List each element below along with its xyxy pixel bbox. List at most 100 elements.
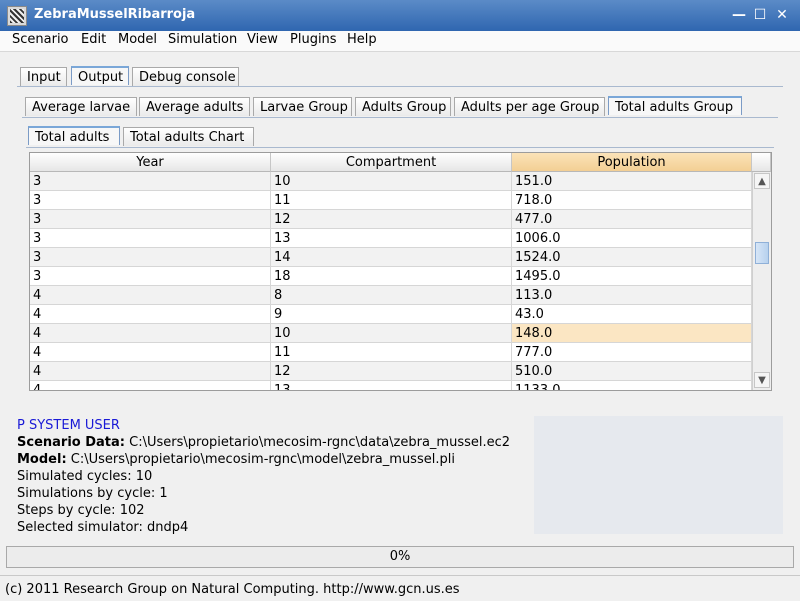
table-row[interactable]: 3 11 718.0 bbox=[30, 191, 752, 210]
scroll-thumb[interactable] bbox=[755, 242, 769, 264]
steps-by-cycle-text: Steps by cycle: 102 bbox=[17, 503, 145, 518]
table-row[interactable]: 3 18 1495.0 bbox=[30, 267, 752, 286]
scroll-up-icon[interactable]: ▲ bbox=[754, 173, 770, 189]
output-tabs-divider bbox=[22, 117, 778, 118]
menu-view[interactable]: View bbox=[247, 32, 278, 47]
tab-adults-group[interactable]: Adults Group bbox=[355, 97, 451, 116]
table-row[interactable]: 4 8 113.0 bbox=[30, 286, 752, 305]
tab-adults-per-age-group[interactable]: Adults per age Group bbox=[454, 97, 605, 116]
status-text: (c) 2011 Research Group on Natural Compu… bbox=[5, 582, 460, 597]
simulated-cycles-text: Simulated cycles: 10 bbox=[17, 469, 153, 484]
table-row[interactable]: 4 10 148.0 bbox=[30, 324, 752, 343]
column-header-compartment[interactable]: Compartment bbox=[271, 153, 512, 172]
tab-total-adults[interactable]: Total adults bbox=[28, 126, 120, 145]
cell-population[interactable]: 1495.0 bbox=[512, 267, 752, 286]
app-icon bbox=[7, 6, 27, 26]
scenario-data-line: Scenario Data: C:\Users\propietario\meco… bbox=[17, 435, 510, 450]
cell-year[interactable]: 3 bbox=[30, 229, 271, 248]
tab-total-adults-chart[interactable]: Total adults Chart bbox=[123, 127, 254, 146]
cell-year[interactable]: 4 bbox=[30, 286, 271, 305]
main-tabs-divider bbox=[17, 86, 783, 87]
table-body: 3 10 151.0 3 11 718.0 3 12 477.0 3 13 1006.0 3 14 1524… bbox=[30, 172, 752, 390]
menu-help[interactable]: Help bbox=[347, 32, 377, 47]
cell-population[interactable]: 113.0 bbox=[512, 286, 752, 305]
cell-year[interactable]: 3 bbox=[30, 172, 271, 191]
cell-compartment[interactable]: 14 bbox=[271, 248, 512, 267]
cell-compartment[interactable]: 18 bbox=[271, 267, 512, 286]
cell-compartment[interactable]: 11 bbox=[271, 191, 512, 210]
tab-output[interactable]: Output bbox=[71, 66, 129, 85]
tab-debug-console[interactable]: Debug console bbox=[132, 67, 239, 86]
menu-plugins[interactable]: Plugins bbox=[290, 32, 337, 47]
cell-compartment[interactable]: 10 bbox=[271, 172, 512, 191]
cell-year[interactable]: 4 bbox=[30, 362, 271, 381]
cell-population[interactable]: 477.0 bbox=[512, 210, 752, 229]
table-row[interactable]: 3 12 477.0 bbox=[30, 210, 752, 229]
column-header-population[interactable]: Population bbox=[512, 153, 752, 172]
cell-population[interactable]: 718.0 bbox=[512, 191, 752, 210]
table-row[interactable]: 4 12 510.0 bbox=[30, 362, 752, 381]
menu-edit[interactable]: Edit bbox=[81, 32, 106, 47]
tab-larvae-group[interactable]: Larvae Group bbox=[253, 97, 352, 116]
cell-compartment[interactable]: 13 bbox=[271, 229, 512, 248]
cell-population[interactable]: 148.0 bbox=[512, 324, 752, 343]
cell-population[interactable]: 1524.0 bbox=[512, 248, 752, 267]
preview-panel bbox=[534, 416, 783, 534]
close-icon[interactable]: ✕ bbox=[773, 6, 791, 24]
tab-total-adults-group[interactable]: Total adults Group bbox=[608, 96, 742, 115]
cell-compartment[interactable]: 9 bbox=[271, 305, 512, 324]
model-label: Model: bbox=[17, 452, 67, 467]
scroll-down-icon[interactable]: ▼ bbox=[754, 372, 770, 388]
cell-year[interactable]: 3 bbox=[30, 248, 271, 267]
scenario-data-label: Scenario Data: bbox=[17, 435, 125, 450]
status-bar: (c) 2011 Research Group on Natural Compu… bbox=[0, 575, 800, 601]
cell-year[interactable]: 3 bbox=[30, 210, 271, 229]
cell-population[interactable]: 151.0 bbox=[512, 172, 752, 191]
cell-compartment[interactable]: 8 bbox=[271, 286, 512, 305]
cell-population[interactable]: 1133.0 bbox=[512, 381, 752, 390]
minimize-icon[interactable]: — bbox=[730, 6, 748, 24]
cell-compartment[interactable]: 10 bbox=[271, 324, 512, 343]
model-line: Model: C:\Users\propietario\mecosim-rgnc… bbox=[17, 452, 455, 467]
progress-label: 0% bbox=[389, 549, 411, 564]
cell-year[interactable]: 4 bbox=[30, 381, 271, 390]
cell-year[interactable]: 3 bbox=[30, 267, 271, 286]
menu-scenario[interactable]: Scenario bbox=[12, 32, 69, 47]
model-value: C:\Users\propietario\mecosim-rgnc\model\… bbox=[70, 452, 455, 467]
menu-simulation[interactable]: Simulation bbox=[168, 32, 237, 47]
table-row[interactable]: 3 10 151.0 bbox=[30, 172, 752, 191]
cell-population[interactable]: 1006.0 bbox=[512, 229, 752, 248]
simulations-by-cycle-text: Simulations by cycle: 1 bbox=[17, 486, 168, 501]
column-header-year[interactable]: Year bbox=[30, 153, 271, 172]
cell-population[interactable]: 43.0 bbox=[512, 305, 752, 324]
tab-average-larvae[interactable]: Average larvae bbox=[25, 97, 137, 116]
system-user-label: P SYSTEM USER bbox=[17, 418, 120, 433]
cell-population[interactable]: 510.0 bbox=[512, 362, 752, 381]
cell-compartment[interactable]: 12 bbox=[271, 210, 512, 229]
cell-year[interactable]: 4 bbox=[30, 324, 271, 343]
table-row[interactable]: 3 13 1006.0 bbox=[30, 229, 752, 248]
tab-input[interactable]: Input bbox=[20, 67, 67, 86]
tab-average-adults[interactable]: Average adults bbox=[139, 97, 250, 116]
table-row[interactable]: 4 9 43.0 bbox=[30, 305, 752, 324]
table-header: Year Compartment Population bbox=[30, 153, 771, 172]
cell-population[interactable]: 777.0 bbox=[512, 343, 752, 362]
menu-model[interactable]: Model bbox=[118, 32, 157, 47]
scenario-data-value: C:\Users\propietario\mecosim-rgnc\data\z… bbox=[129, 435, 511, 450]
window-title: ZebraMusselRibarroja bbox=[34, 7, 196, 22]
cell-compartment[interactable]: 12 bbox=[271, 362, 512, 381]
data-table: Year Compartment Population 3 10 151.0 3 11 7… bbox=[29, 152, 772, 391]
cell-year[interactable]: 4 bbox=[30, 305, 271, 324]
view-tabs-divider bbox=[26, 147, 774, 148]
cell-year[interactable]: 3 bbox=[30, 191, 271, 210]
vertical-scrollbar[interactable]: ▲ ▼ bbox=[752, 172, 771, 390]
menu-bar: Scenario Edit Model Simulation View Plug… bbox=[0, 31, 800, 52]
cell-compartment[interactable]: 11 bbox=[271, 343, 512, 362]
table-row[interactable]: 4 11 777.0 bbox=[30, 343, 752, 362]
cell-year[interactable]: 4 bbox=[30, 343, 271, 362]
table-row[interactable]: 4131133.0 bbox=[30, 381, 752, 390]
table-row[interactable]: 3 14 1524.0 bbox=[30, 248, 752, 267]
cell-compartment[interactable]: 13 bbox=[271, 381, 512, 390]
progress-bar: 0% bbox=[6, 546, 794, 568]
maximize-icon[interactable]: ☐ bbox=[751, 6, 769, 24]
